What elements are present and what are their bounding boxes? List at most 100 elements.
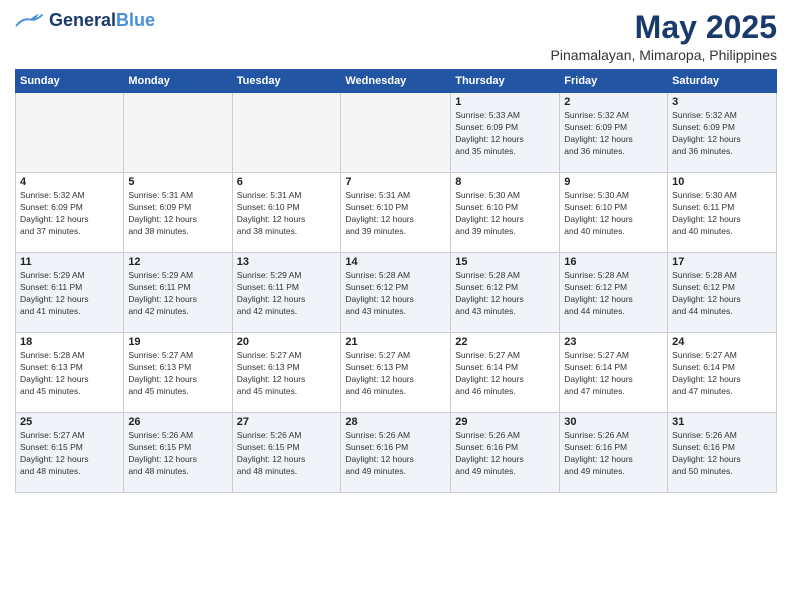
day-number: 26 [128, 416, 227, 428]
day-info: Sunrise: 5:27 AM Sunset: 6:13 PM Dayligh… [345, 350, 446, 398]
day-info: Sunrise: 5:27 AM Sunset: 6:13 PM Dayligh… [128, 350, 227, 398]
day-info: Sunrise: 5:27 AM Sunset: 6:15 PM Dayligh… [20, 430, 119, 478]
table-row: 12Sunrise: 5:29 AM Sunset: 6:11 PM Dayli… [124, 253, 232, 333]
day-number: 5 [128, 176, 227, 188]
day-info: Sunrise: 5:28 AM Sunset: 6:12 PM Dayligh… [455, 270, 555, 318]
day-number: 8 [455, 176, 555, 188]
day-info: Sunrise: 5:28 AM Sunset: 6:13 PM Dayligh… [20, 350, 119, 398]
table-row: 18Sunrise: 5:28 AM Sunset: 6:13 PM Dayli… [16, 333, 124, 413]
table-row: 27Sunrise: 5:26 AM Sunset: 6:15 PM Dayli… [232, 413, 341, 493]
table-row: 11 Sunrise: 5:29 AM Sunset: 6:11 PM Dayli… [16, 253, 124, 333]
day-info: Sunrise: 5:32 AM Sunset: 6:09 PM Dayligh… [20, 190, 119, 238]
month-title: May 2025 [551, 10, 777, 45]
day-number: 10 [672, 176, 772, 188]
day-number: 23 [564, 336, 663, 348]
table-row: 19Sunrise: 5:27 AM Sunset: 6:13 PM Dayli… [124, 333, 232, 413]
day-number: 17 [672, 256, 772, 268]
table-row: 30Sunrise: 5:26 AM Sunset: 6:16 PM Dayli… [560, 413, 668, 493]
day-info: Sunrise: 5:29 AM Sunset: 6:11 PM Dayligh… [237, 270, 337, 318]
page: GeneralBlue May 2025 Pinamalayan, Mimaro… [0, 0, 792, 612]
table-row: 7Sunrise: 5:31 AM Sunset: 6:10 PM Daylig… [341, 173, 451, 253]
table-row [341, 93, 451, 173]
table-row: 23Sunrise: 5:27 AM Sunset: 6:14 PM Dayli… [560, 333, 668, 413]
calendar-week-row: 18Sunrise: 5:28 AM Sunset: 6:13 PM Dayli… [16, 333, 777, 413]
day-number: 3 [672, 96, 772, 108]
day-info: Sunrise: 5:28 AM Sunset: 6:12 PM Dayligh… [672, 270, 772, 318]
day-info: Sunrise: 5:27 AM Sunset: 6:14 PM Dayligh… [672, 350, 772, 398]
table-row: 6Sunrise: 5:31 AM Sunset: 6:10 PM Daylig… [232, 173, 341, 253]
table-row: 3 Sunrise: 5:32 AM Sunset: 6:09 PM Daylig… [668, 93, 777, 173]
day-number: 24 [672, 336, 772, 348]
table-row: 20 Sunrise: 5:27 AM Sunset: 6:13 PM Dayli… [232, 333, 341, 413]
day-number: 9 [564, 176, 663, 188]
day-number: 21 [345, 336, 446, 348]
day-number: 15 [455, 256, 555, 268]
day-info: Sunrise: 5:29 AM Sunset: 6:11 PM Dayligh… [20, 270, 119, 318]
day-number: 11 [20, 256, 119, 268]
day-info: Sunrise: 5:30 AM Sunset: 6:10 PM Dayligh… [564, 190, 663, 238]
table-row: 16 Sunrise: 5:28 AM Sunset: 6:12 PM Dayli… [560, 253, 668, 333]
table-row: 29 Sunrise: 5:26 AM Sunset: 6:16 PM Dayli… [451, 413, 560, 493]
table-row: 13 Sunrise: 5:29 AM Sunset: 6:11 PM Dayli… [232, 253, 341, 333]
calendar-week-row: 1Sunrise: 5:33 AM Sunset: 6:09 PM Daylig… [16, 93, 777, 173]
day-number: 28 [345, 416, 446, 428]
logo-blue: Blue [116, 10, 155, 30]
day-number: 22 [455, 336, 555, 348]
table-row: 5 Sunrise: 5:31 AM Sunset: 6:09 PM Daylig… [124, 173, 232, 253]
weekday-header: Saturday [668, 70, 777, 93]
weekday-header: Tuesday [232, 70, 341, 93]
logo-general: General [49, 10, 116, 30]
day-number: 2 [564, 96, 663, 108]
logo: GeneralBlue [15, 10, 155, 31]
day-number: 20 [237, 336, 337, 348]
table-row [232, 93, 341, 173]
calendar-table: SundayMondayTuesdayWednesdayThursdayFrid… [15, 69, 777, 493]
day-info: Sunrise: 5:33 AM Sunset: 6:09 PM Dayligh… [455, 110, 555, 158]
table-row: 1Sunrise: 5:33 AM Sunset: 6:09 PM Daylig… [451, 93, 560, 173]
table-row: 22 Sunrise: 5:27 AM Sunset: 6:14 PM Dayli… [451, 333, 560, 413]
day-info: Sunrise: 5:26 AM Sunset: 6:16 PM Dayligh… [345, 430, 446, 478]
day-info: Sunrise: 5:31 AM Sunset: 6:09 PM Dayligh… [128, 190, 227, 238]
day-info: Sunrise: 5:26 AM Sunset: 6:16 PM Dayligh… [455, 430, 555, 478]
table-row: 15 Sunrise: 5:28 AM Sunset: 6:12 PM Dayli… [451, 253, 560, 333]
day-info: Sunrise: 5:30 AM Sunset: 6:11 PM Dayligh… [672, 190, 772, 238]
day-info: Sunrise: 5:28 AM Sunset: 6:12 PM Dayligh… [564, 270, 663, 318]
weekday-header: Sunday [16, 70, 124, 93]
day-info: Sunrise: 5:31 AM Sunset: 6:10 PM Dayligh… [237, 190, 337, 238]
weekday-header: Wednesday [341, 70, 451, 93]
day-info: Sunrise: 5:32 AM Sunset: 6:09 PM Dayligh… [564, 110, 663, 158]
table-row: 2 Sunrise: 5:32 AM Sunset: 6:09 PM Daylig… [560, 93, 668, 173]
calendar-header-row: SundayMondayTuesdayWednesdayThursdayFrid… [16, 70, 777, 93]
day-info: Sunrise: 5:31 AM Sunset: 6:10 PM Dayligh… [345, 190, 446, 238]
day-number: 25 [20, 416, 119, 428]
table-row [124, 93, 232, 173]
day-info: Sunrise: 5:30 AM Sunset: 6:10 PM Dayligh… [455, 190, 555, 238]
weekday-header: Thursday [451, 70, 560, 93]
day-info: Sunrise: 5:26 AM Sunset: 6:15 PM Dayligh… [128, 430, 227, 478]
day-info: Sunrise: 5:32 AM Sunset: 6:09 PM Dayligh… [672, 110, 772, 158]
table-row: 10 Sunrise: 5:30 AM Sunset: 6:11 PM Dayli… [668, 173, 777, 253]
weekday-header: Friday [560, 70, 668, 93]
table-row: 9 Sunrise: 5:30 AM Sunset: 6:10 PM Daylig… [560, 173, 668, 253]
day-number: 27 [237, 416, 337, 428]
table-row: 28 Sunrise: 5:26 AM Sunset: 6:16 PM Dayli… [341, 413, 451, 493]
day-number: 4 [20, 176, 119, 188]
table-row: 14Sunrise: 5:28 AM Sunset: 6:12 PM Dayli… [341, 253, 451, 333]
day-info: Sunrise: 5:27 AM Sunset: 6:14 PM Dayligh… [455, 350, 555, 398]
calendar-week-row: 25 Sunrise: 5:27 AM Sunset: 6:15 PM Dayli… [16, 413, 777, 493]
table-row [16, 93, 124, 173]
table-row: 4 Sunrise: 5:32 AM Sunset: 6:09 PM Daylig… [16, 173, 124, 253]
calendar-week-row: 4 Sunrise: 5:32 AM Sunset: 6:09 PM Daylig… [16, 173, 777, 253]
header: GeneralBlue May 2025 Pinamalayan, Mimaro… [15, 10, 777, 63]
day-number: 13 [237, 256, 337, 268]
day-number: 29 [455, 416, 555, 428]
day-number: 16 [564, 256, 663, 268]
day-info: Sunrise: 5:27 AM Sunset: 6:13 PM Dayligh… [237, 350, 337, 398]
table-row: 17 Sunrise: 5:28 AM Sunset: 6:12 PM Dayli… [668, 253, 777, 333]
table-row: 26 Sunrise: 5:26 AM Sunset: 6:15 PM Dayli… [124, 413, 232, 493]
day-number: 12 [128, 256, 227, 268]
day-info: Sunrise: 5:26 AM Sunset: 6:16 PM Dayligh… [672, 430, 772, 478]
title-section: May 2025 Pinamalayan, Mimaropa, Philippi… [551, 10, 777, 63]
table-row: 31Sunrise: 5:26 AM Sunset: 6:16 PM Dayli… [668, 413, 777, 493]
day-number: 30 [564, 416, 663, 428]
